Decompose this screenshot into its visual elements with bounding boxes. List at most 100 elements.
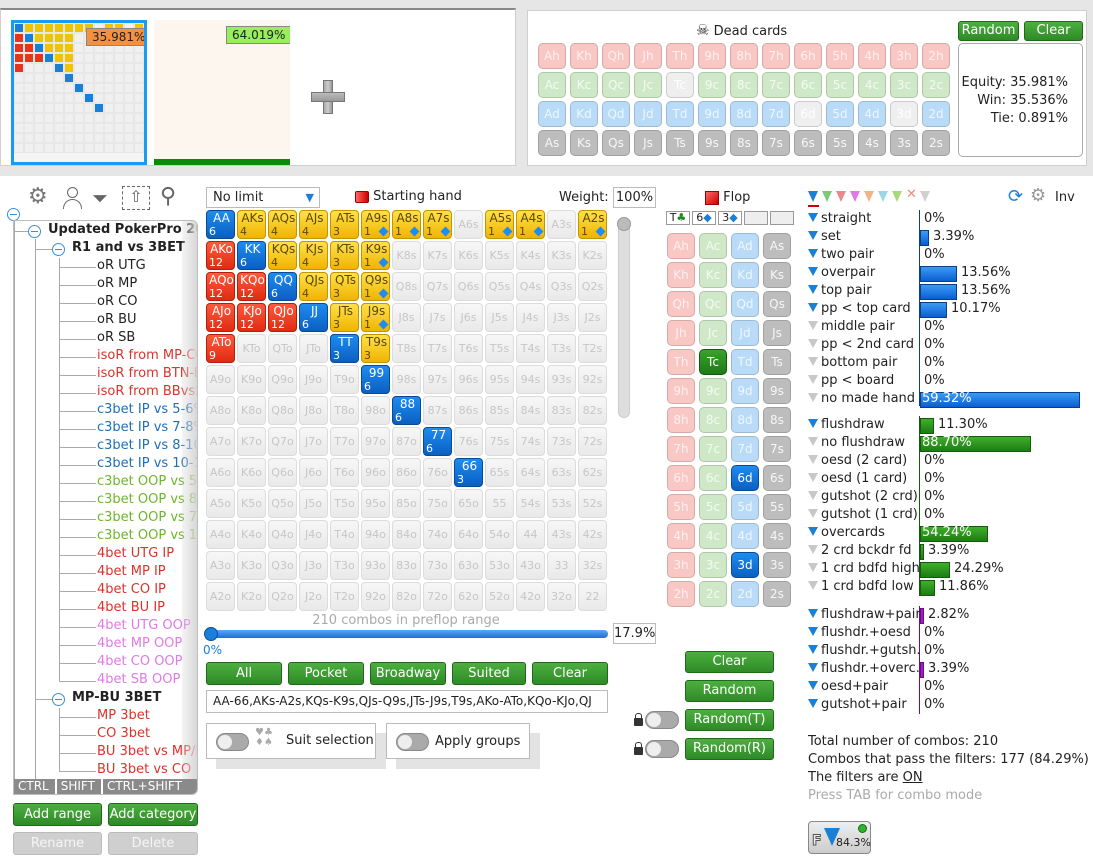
hand-cell-52o[interactable]: 52o	[485, 582, 514, 611]
filter-tab-5-icon[interactable]	[864, 191, 874, 202]
hand-cell-97s[interactable]: 97s	[423, 365, 452, 394]
range-broadway-button[interactable]: Broadway	[370, 662, 446, 685]
filter-toggle-icon[interactable]	[808, 285, 818, 294]
hand-cell-83s[interactable]: 83s	[547, 396, 576, 425]
filter-toggle-icon[interactable]	[808, 357, 818, 366]
hand-cell-K9o[interactable]: K9o	[237, 365, 266, 394]
filter-toggle-icon[interactable]	[808, 545, 818, 554]
tree-range-item[interactable]: MP 3bet	[97, 708, 150, 723]
random-r-toggle[interactable]	[645, 740, 679, 758]
hand-cell-AA[interactable]: AA 6	[206, 210, 235, 239]
hand-cell-98s[interactable]: 98s	[392, 365, 421, 394]
hand-cell-KJs[interactable]: KJs 4	[299, 241, 328, 270]
stat-row-gutshot-pair[interactable]: gutshot+pair	[808, 697, 907, 715]
dead-card-Jc[interactable]: Jc	[634, 72, 662, 98]
hand-cell-A4o[interactable]: A4o	[206, 520, 235, 549]
flop-random-button[interactable]: Random	[685, 680, 774, 702]
stat-row-top-pair[interactable]: top pair	[808, 283, 872, 301]
filter-toggle-icon[interactable]	[808, 231, 818, 240]
refresh-icon[interactable]: ⟳	[1008, 186, 1023, 207]
hand-cell-52s[interactable]: 52s	[578, 489, 607, 518]
dead-card-4d[interactable]: 4d	[858, 101, 886, 127]
hand-cell-99[interactable]: 99 6	[361, 365, 390, 394]
hand-cell-A3s[interactable]: A3s	[547, 210, 576, 239]
filter-tab-9-icon[interactable]	[920, 191, 930, 202]
filter-toggle-icon[interactable]	[808, 645, 818, 654]
dead-card-Ks[interactable]: Ks	[570, 130, 598, 156]
hand-cell-J9o[interactable]: J9o	[299, 365, 328, 394]
hand-cell-Q2o[interactable]: Q2o	[268, 582, 297, 611]
hand-cell-42s[interactable]: 42s	[578, 520, 607, 549]
hand-cell-95o[interactable]: 95o	[361, 489, 390, 518]
tree-range-item[interactable]: 4bet MP OOP	[97, 636, 182, 651]
hand-cell-T7s[interactable]: T7s	[423, 334, 452, 363]
filter-badge-button[interactable]: F 84.3%	[808, 821, 871, 854]
dead-card-5s[interactable]: 5s	[826, 130, 854, 156]
flop-card-Ac[interactable]: Ac	[699, 233, 727, 259]
hand-cell-KTs[interactable]: KTs 3	[330, 241, 359, 270]
upload-icon[interactable]: ⇧	[122, 186, 150, 210]
hand-cell-QJo[interactable]: QJo 12	[268, 303, 297, 332]
hand-cell-KTo[interactable]: KTo	[237, 334, 266, 363]
flop-card-Qs[interactable]: Qs	[763, 291, 791, 317]
hand-cell-T6s[interactable]: T6s	[454, 334, 483, 363]
filter-toggle-icon[interactable]	[808, 527, 818, 536]
flop-card-6h[interactable]: 6h	[667, 465, 695, 491]
dead-card-4s[interactable]: 4s	[858, 130, 886, 156]
flop-card-Jh[interactable]: Jh	[667, 320, 695, 346]
hand-cell-K5s[interactable]: K5s	[485, 241, 514, 270]
flop-card-Ts[interactable]: Ts	[763, 349, 791, 375]
dead-card-Kh[interactable]: Kh	[570, 43, 598, 69]
hand-cell-KJo[interactable]: KJo 12	[237, 303, 266, 332]
flop-card-5s[interactable]: 5s	[763, 494, 791, 520]
hand-cell-96o[interactable]: 96o	[361, 458, 390, 487]
add-category-button[interactable]: Add category	[108, 803, 198, 826]
hand-cell-62o[interactable]: 62o	[454, 582, 483, 611]
hand-cell-Q5s[interactable]: Q5s	[485, 272, 514, 301]
hand-cell-A9s[interactable]: A9s 1	[361, 210, 390, 239]
hand-cell-QQ[interactable]: QQ 6	[268, 272, 297, 301]
hand-cell-T9s[interactable]: T9s 3	[361, 334, 390, 363]
filter-toggle-icon[interactable]	[808, 393, 818, 402]
flop-card-As[interactable]: As	[763, 233, 791, 259]
hand-cell-84s[interactable]: 84s	[516, 396, 545, 425]
tree-range-item[interactable]: 4bet UTG OOP	[97, 618, 191, 633]
filter-toggle-icon[interactable]	[808, 455, 818, 464]
dead-random-button[interactable]: Random	[958, 21, 1019, 41]
filter-toggle-icon[interactable]	[808, 563, 818, 572]
hand-cell-JJ[interactable]: JJ 6	[299, 303, 328, 332]
ctrl-shift-key[interactable]: CTRL+SHIFT	[100, 779, 186, 794]
flop-slot-5[interactable]	[770, 211, 794, 225]
flop-card-Qc[interactable]: Qc	[699, 291, 727, 317]
range-vertical-slider[interactable]	[617, 217, 631, 418]
hand-cell-AJo[interactable]: AJo 12	[206, 303, 235, 332]
hand-cell-87o[interactable]: 87o	[392, 427, 421, 456]
dead-card-8s[interactable]: 8s	[730, 130, 758, 156]
hand-cell-J6o[interactable]: J6o	[299, 458, 328, 487]
collapse-group-icon[interactable]	[52, 243, 65, 256]
dead-card-Jd[interactable]: Jd	[634, 101, 662, 127]
hand-cell-75s[interactable]: 75s	[485, 427, 514, 456]
tree-range-item[interactable]: 4bet MP IP	[97, 564, 166, 579]
dead-card-6s[interactable]: 6s	[794, 130, 822, 156]
stat-row-1-crd-bdfd-low[interactable]: 1 crd bdfd low	[808, 579, 914, 597]
hand-cell-K3s[interactable]: K3s	[547, 241, 576, 270]
flop-card-9s[interactable]: 9s	[763, 378, 791, 404]
hand-cell-T7o[interactable]: T7o	[330, 427, 359, 456]
hand-cell-Q9s[interactable]: Q9s 1	[361, 272, 390, 301]
lock-icon[interactable]	[634, 742, 643, 755]
suit-selection-toggle[interactable]	[216, 733, 249, 751]
dead-card-7h[interactable]: 7h	[762, 43, 790, 69]
stat-row-gutshot-2-crd-[interactable]: gutshot (2 crd)	[808, 489, 918, 507]
ctrl-key[interactable]: CTRL	[14, 779, 53, 794]
flop-card-5d[interactable]: 5d	[731, 494, 759, 520]
hand-cell-64s[interactable]: 64s	[516, 458, 545, 487]
hand-cell-93o[interactable]: 93o	[361, 551, 390, 580]
add-range-button[interactable]: Add range	[13, 803, 102, 826]
tree-range-item[interactable]: oR BU	[97, 312, 137, 327]
hand-cell-53o[interactable]: 53o	[485, 551, 514, 580]
dead-card-Qs[interactable]: Qs	[602, 130, 630, 156]
gear-icon[interactable]: ⚙	[28, 184, 48, 209]
hand-cell-T3s[interactable]: T3s	[547, 334, 576, 363]
hand-cell-J9s[interactable]: J9s 1	[361, 303, 390, 332]
